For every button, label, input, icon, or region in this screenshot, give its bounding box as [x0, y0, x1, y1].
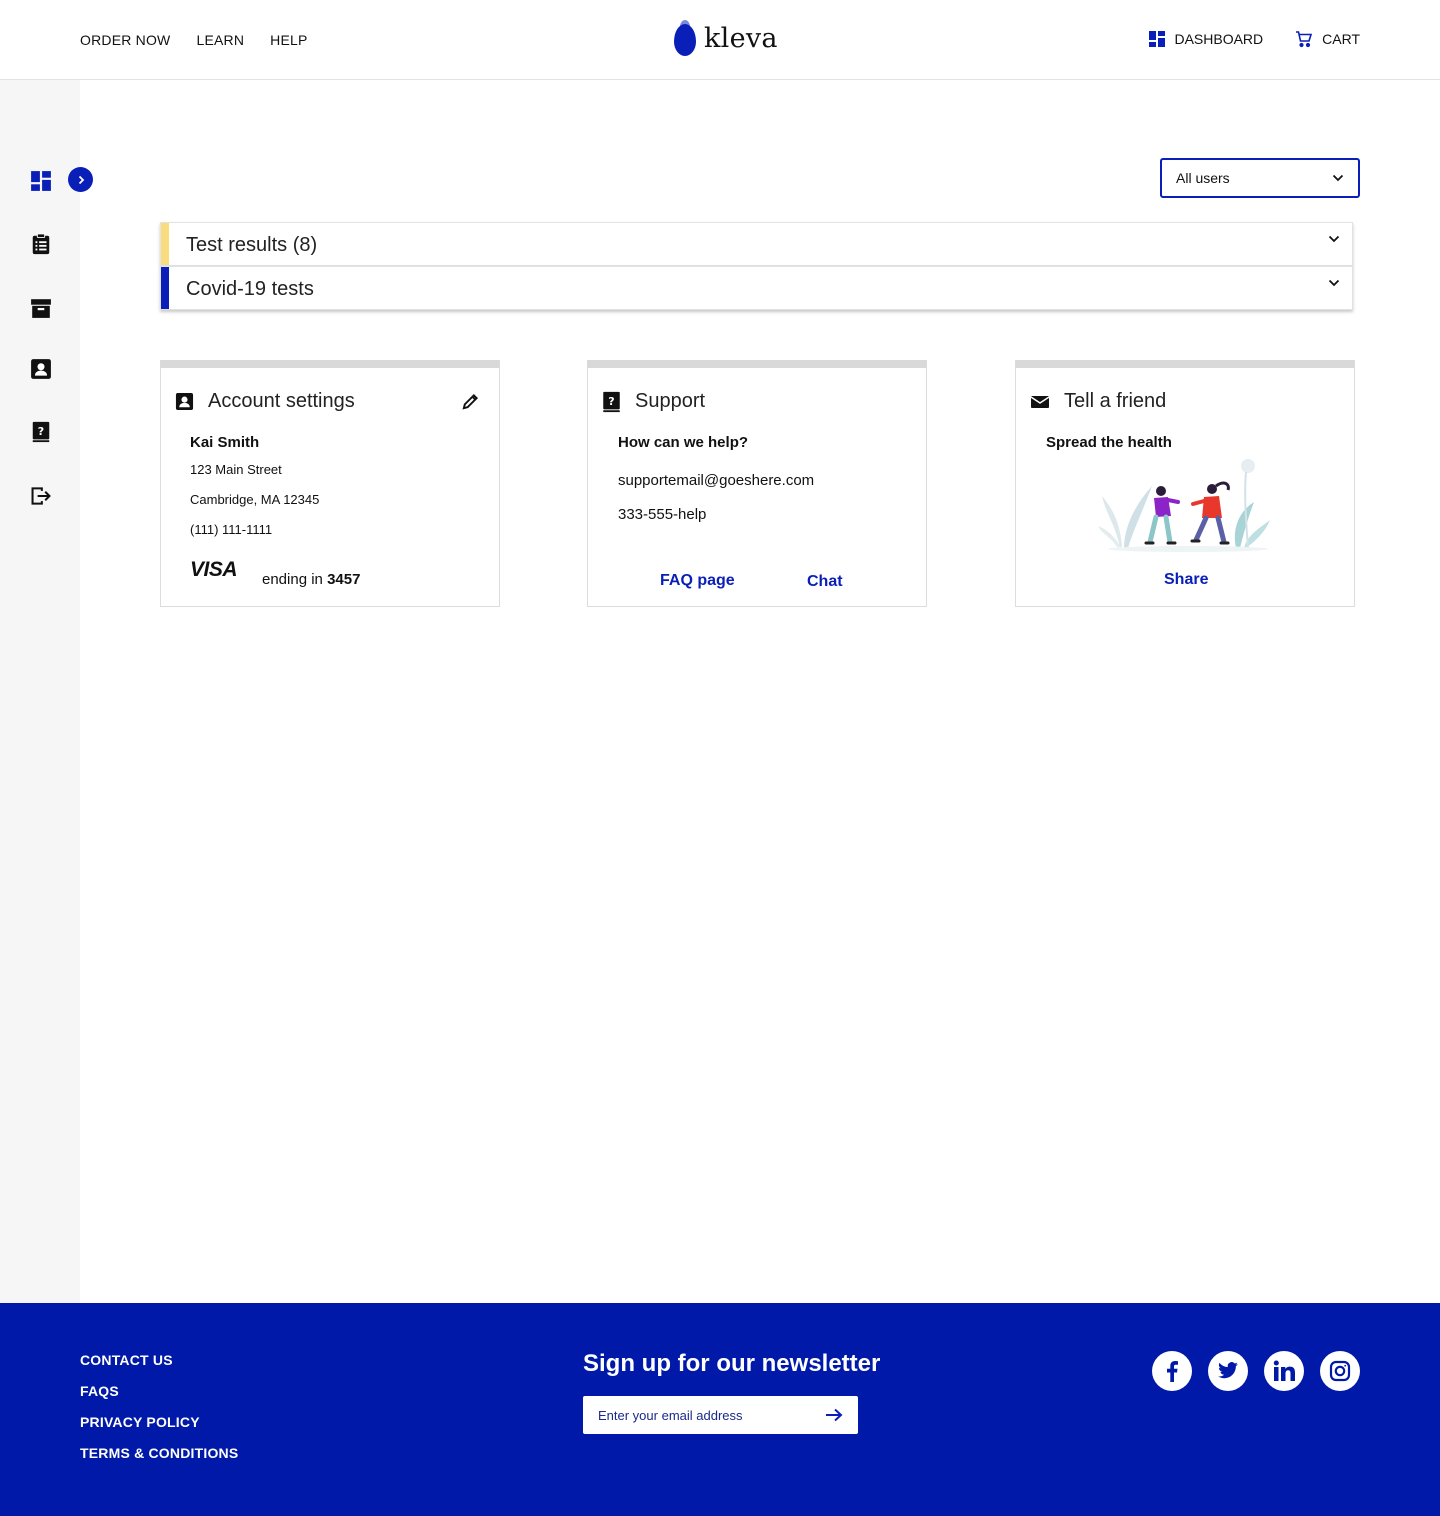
faq-page-link[interactable]: FAQ page	[660, 572, 735, 590]
svg-text:?: ?	[608, 394, 614, 407]
sidebar-expand-button[interactable]	[68, 167, 93, 192]
account-nav: DASHBOARD CART	[1149, 30, 1360, 48]
address-line-1: 123 Main Street	[190, 462, 282, 477]
support-subtitle: How can we help?	[618, 434, 749, 451]
mail-icon	[1030, 395, 1050, 408]
help-book-icon: ?	[603, 391, 620, 412]
user-filter-value: All users	[1176, 170, 1230, 186]
linkedin-icon	[1273, 1360, 1295, 1381]
facebook-icon	[1167, 1361, 1178, 1382]
site-header: ORDER NOW LEARN HELP kleva DASHBOARD CAR…	[0, 0, 1440, 80]
newsletter-email-input[interactable]: Enter your email address	[583, 1396, 858, 1434]
contact-card-icon[interactable]	[30, 358, 52, 380]
nav-help[interactable]: HELP	[270, 32, 307, 48]
card-header: Tell a friend	[1030, 390, 1166, 413]
visa-logo: VISA	[190, 558, 238, 581]
help-book-icon[interactable]: ?	[30, 421, 52, 443]
card-ending-text: ending in	[262, 571, 323, 588]
cart-icon	[1296, 31, 1313, 48]
logo-text: kleva	[704, 22, 778, 54]
twitter-link[interactable]	[1208, 1351, 1248, 1391]
accordion-test-results[interactable]: Test results (8)	[160, 222, 1353, 266]
account-settings-card: Account settings Kai Smith 123 Main Stre…	[160, 360, 500, 607]
card-title: Account settings	[208, 390, 355, 412]
nav-learn[interactable]: LEARN	[196, 32, 244, 48]
friend-subtitle: Spread the health	[1046, 434, 1172, 451]
svg-text:?: ?	[38, 425, 44, 438]
cart-link[interactable]: CART	[1295, 30, 1360, 48]
newsletter-placeholder: Enter your email address	[598, 1407, 743, 1423]
dashboard-link[interactable]: DASHBOARD	[1149, 31, 1263, 47]
payment-card-info: ending in 3457	[262, 571, 360, 588]
kleva-logo[interactable]: kleva	[672, 20, 778, 56]
card-last4: 3457	[327, 571, 361, 588]
card-title: Tell a friend	[1064, 390, 1167, 412]
account-name: Kai Smith	[190, 434, 260, 451]
share-link[interactable]: Share	[1164, 571, 1208, 589]
address-line-2: Cambridge, MA 12345	[190, 492, 320, 507]
user-filter-select[interactable]: All users	[1160, 158, 1360, 198]
accordion-label: Test results (8)	[186, 234, 318, 256]
site-footer: CONTACT US FAQS PRIVACY POLICY TERMS & C…	[0, 1303, 1440, 1516]
social-links	[1152, 1351, 1360, 1391]
edit-pencil-icon[interactable]	[461, 392, 480, 411]
chevron-down-icon	[1332, 174, 1344, 182]
sidebar	[0, 80, 80, 1304]
instagram-link[interactable]	[1320, 1351, 1360, 1391]
main-nav: ORDER NOW LEARN HELP	[80, 32, 308, 48]
accordion-covid-tests[interactable]: Covid-19 tests	[160, 266, 1353, 310]
chevron-right-icon	[78, 175, 84, 184]
box-icon[interactable]	[30, 297, 52, 319]
card-header: ? Support	[602, 390, 705, 413]
support-card: ? Support How can we help? supportemail@…	[587, 360, 927, 607]
logout-icon[interactable]	[30, 485, 52, 507]
footer-link-privacy[interactable]: PRIVACY POLICY	[80, 1414, 238, 1430]
account-phone: (111) 111-1111	[190, 522, 273, 537]
arrow-right-icon[interactable]	[825, 1408, 843, 1422]
facebook-link[interactable]	[1152, 1351, 1192, 1391]
newsletter-title: Sign up for our newsletter	[583, 1350, 881, 1377]
chat-link[interactable]: Chat	[807, 573, 843, 591]
cart-label: CART	[1322, 31, 1360, 47]
twitter-icon	[1218, 1362, 1238, 1379]
contact-card-icon	[175, 392, 194, 411]
card-header: Account settings	[175, 390, 355, 413]
footer-link-contact[interactable]: CONTACT US	[80, 1352, 238, 1368]
support-email[interactable]: supportemail@goeshere.com	[618, 472, 814, 489]
instagram-icon	[1329, 1360, 1351, 1382]
nav-order-now[interactable]: ORDER NOW	[80, 32, 170, 48]
footer-links: CONTACT US FAQS PRIVACY POLICY TERMS & C…	[80, 1352, 238, 1461]
support-phone[interactable]: 333-555-help	[618, 506, 706, 523]
accent-stripe	[161, 223, 169, 265]
dashboard-icon[interactable]	[30, 170, 52, 192]
dashboard-label: DASHBOARD	[1174, 31, 1264, 47]
accent-stripe	[161, 267, 169, 309]
footer-link-faqs[interactable]: FAQS	[80, 1383, 238, 1399]
card-title: Support	[635, 390, 706, 412]
logo-mark-icon	[672, 20, 698, 56]
linkedin-link[interactable]	[1264, 1351, 1304, 1391]
friends-illustration	[1098, 459, 1270, 552]
clipboard-list-icon[interactable]	[30, 233, 52, 255]
chevron-down-icon	[1328, 279, 1340, 287]
footer-link-terms[interactable]: TERMS & CONDITIONS	[80, 1445, 238, 1461]
tell-a-friend-card: Tell a friend Spread the health Share	[1015, 360, 1355, 607]
chevron-down-icon	[1328, 235, 1340, 243]
accordion-label: Covid-19 tests	[186, 278, 314, 300]
dashboard-icon	[1149, 31, 1166, 47]
